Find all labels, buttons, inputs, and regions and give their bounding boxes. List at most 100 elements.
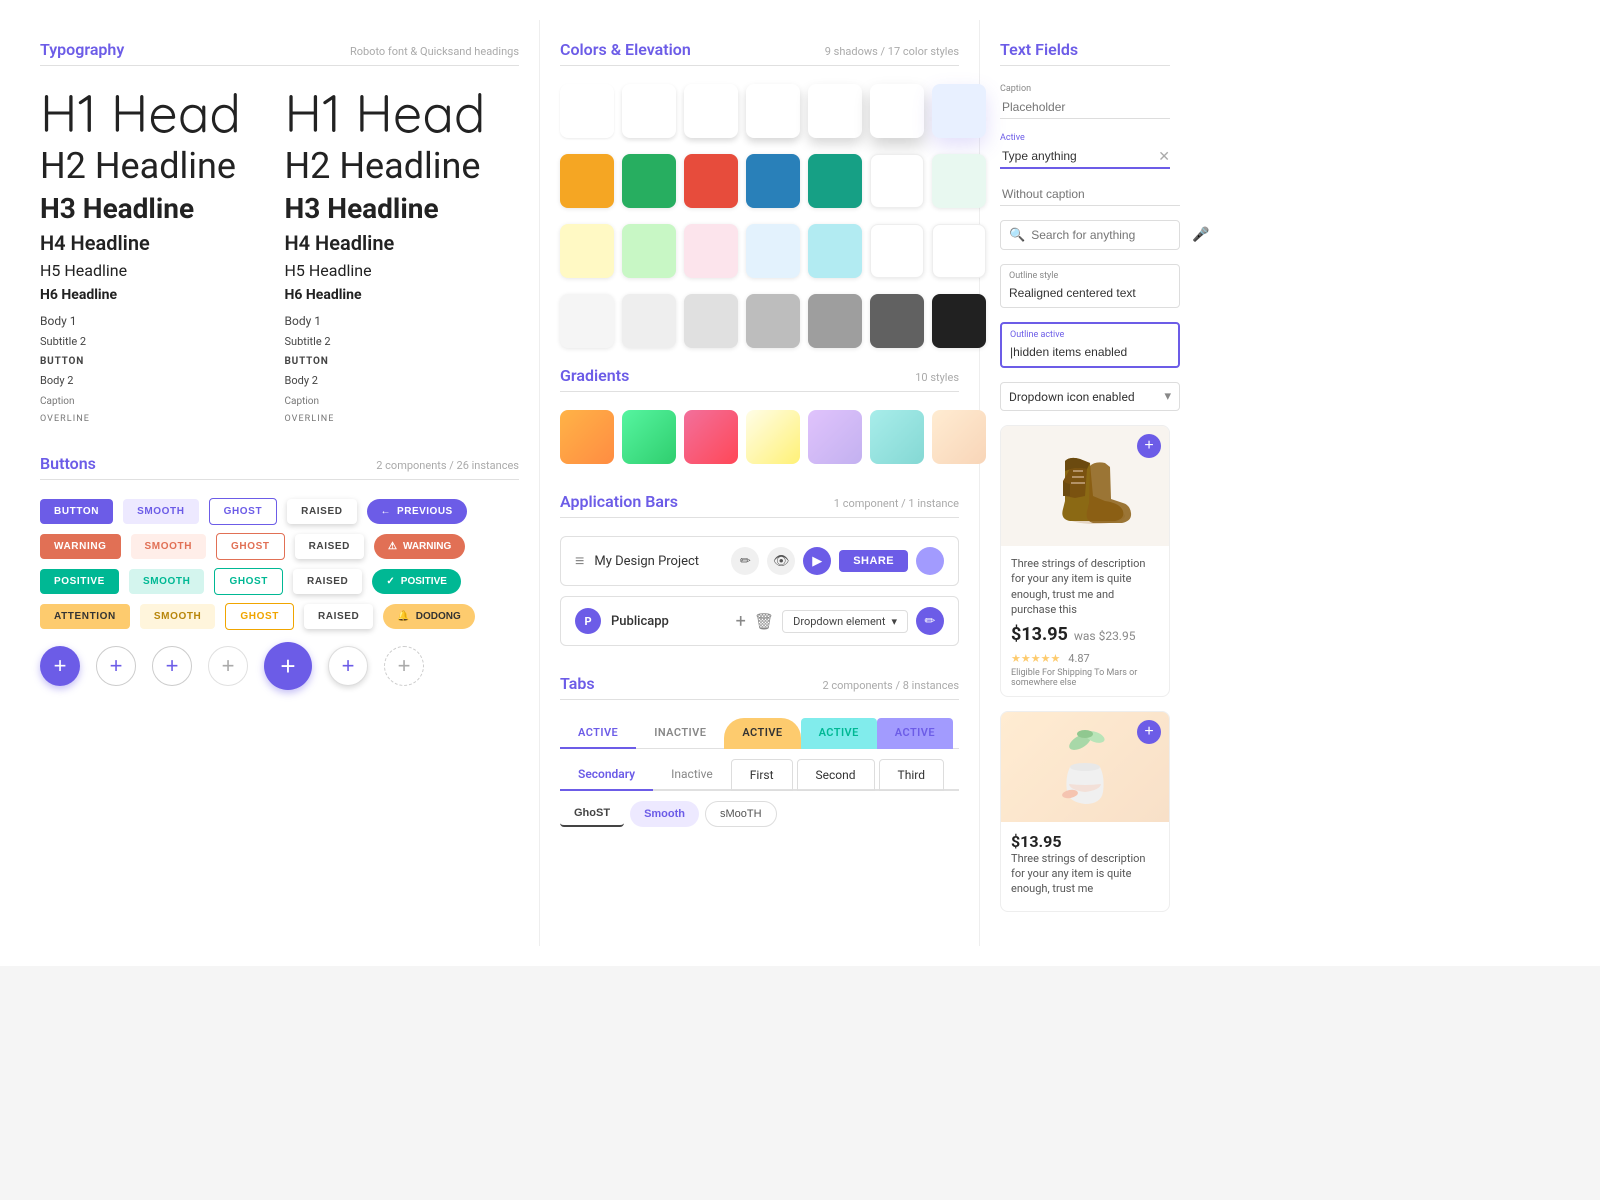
tab-second[interactable]: Second	[797, 759, 875, 791]
appbar-view-btn[interactable]: 👁	[767, 547, 795, 575]
tf-outline-active-input[interactable]	[1010, 345, 1170, 359]
buttons-header: Buttons 2 components / 26 instances	[40, 454, 519, 473]
btn-ghost-default[interactable]: GHOST	[209, 498, 278, 525]
subtitle2-left: Subtitle 2	[40, 334, 275, 351]
tf-search-input[interactable]	[1031, 228, 1186, 242]
tab-secondary-active[interactable]: Secondary	[560, 759, 653, 791]
btn-raised-warning[interactable]: RAISED	[295, 534, 364, 559]
btn-row-attention: ATTENTION SMOOTH GHOST RAISED 🔔 DODONG	[40, 603, 519, 630]
appbar-2: P Publicapp + 🗑 Dropdown element ▾ ✏	[560, 596, 959, 646]
fab-outline[interactable]: +	[96, 646, 136, 686]
appbar-play-btn[interactable]: ▶	[803, 547, 831, 575]
appbar-edit-btn[interactable]: ✏	[731, 547, 759, 575]
fab-large[interactable]: +	[264, 642, 312, 690]
btn-previous[interactable]: ← PREVIOUS	[367, 499, 467, 524]
tab-smooth[interactable]: Smooth	[630, 801, 699, 827]
tab-secondary-inactive[interactable]: Inactive	[653, 759, 731, 791]
overline-right: OVERLINE	[285, 413, 520, 427]
gradient-red	[684, 410, 738, 464]
btn-attention[interactable]: ATTENTION	[40, 604, 130, 629]
btn-warning[interactable]: WARNING	[40, 534, 121, 559]
h2-right: H2 Headline	[285, 145, 520, 188]
btn-warning-pill[interactable]: ⚠ WARNING	[374, 534, 465, 559]
fab-raised[interactable]: +	[328, 646, 368, 686]
btn-smooth-default[interactable]: SMOOTH	[123, 499, 199, 524]
btn-attention-pill[interactable]: 🔔 DODONG	[383, 604, 474, 629]
btn-ghost-attention[interactable]: GHOST	[225, 603, 294, 630]
button-typo-left: BUTTON	[40, 354, 275, 369]
btn-smooth-positive[interactable]: SMOOTH	[129, 569, 205, 594]
appbar-share-btn[interactable]: SHARE	[839, 550, 908, 572]
appbar2-logo: P	[575, 608, 601, 634]
search-icon: 🔍	[1009, 228, 1025, 243]
mic-icon[interactable]: 🎤	[1192, 227, 1209, 243]
previous-label: PREVIOUS	[397, 506, 453, 517]
bell-icon: 🔔	[397, 611, 409, 622]
tf-clear-icon[interactable]: ✕	[1158, 149, 1170, 165]
typography-grid: H1 Head H1 Head H2 Headline H2 Headline …	[40, 84, 519, 426]
btn-ghost-warning[interactable]: GHOST	[216, 533, 285, 560]
btn-raised-attention[interactable]: RAISED	[304, 604, 373, 629]
gradient-purple	[808, 410, 862, 464]
tab-active-primary[interactable]: ACTIVE	[560, 718, 636, 749]
tf-nocaption-input[interactable]	[1000, 183, 1180, 206]
main-color-swatches	[560, 154, 959, 208]
btn-smooth-warning[interactable]: SMOOTH	[131, 534, 207, 559]
fab-extra[interactable]: +	[384, 646, 424, 686]
swatch-white-2	[622, 84, 676, 138]
product1-was: was $23.95	[1074, 629, 1136, 643]
tab-first[interactable]: First	[731, 759, 793, 791]
h2-left: H2 Headline	[40, 145, 275, 188]
tab-active-teal[interactable]: Active	[801, 718, 877, 749]
h5-right: H5 Headline	[285, 260, 520, 282]
fab-primary[interactable]: +	[40, 646, 80, 686]
tab-inactive[interactable]: INACTIVE	[636, 718, 724, 749]
appbar2-edit-btn[interactable]: ✏	[916, 607, 944, 635]
appbar2-trash-icon[interactable]: 🗑	[754, 612, 774, 631]
product2-add-btn[interactable]: +	[1137, 720, 1161, 744]
swatch-blue-light2	[746, 224, 800, 278]
appbar2-plus-icon[interactable]: +	[736, 611, 746, 632]
fab-ghost[interactable]: +	[152, 646, 192, 686]
appbars-subtitle: 1 component / 1 instance	[834, 497, 959, 510]
tf-outline-active-wrapper: Outline active	[1000, 322, 1180, 368]
subtitle2-right: Subtitle 2	[285, 334, 520, 351]
warning-icon: ⚠	[388, 541, 397, 552]
h3-left: H3 Headline	[40, 192, 275, 226]
fab-ghost2[interactable]: +	[208, 646, 248, 686]
tf-caption-input[interactable]	[1000, 96, 1170, 119]
swatch-white2	[870, 224, 924, 278]
appbar2-dropdown[interactable]: Dropdown element ▾	[782, 610, 908, 633]
tab-active-blue[interactable]: Active	[877, 718, 953, 749]
swatch-blue-light	[932, 84, 986, 138]
dropdown-arrow-icon: ▾	[891, 615, 897, 628]
tab-active-warning[interactable]: ACTIVE	[724, 718, 800, 749]
tf-outline-active-label: Outline active	[1010, 330, 1170, 340]
tab-ghost-active[interactable]: GhoST	[560, 801, 624, 827]
tf-active-input[interactable]	[1000, 145, 1170, 169]
product1-shipping: Eligible For Shipping To Mars or somewhe…	[1011, 668, 1159, 688]
btn-smooth-attention[interactable]: SMOOTH	[140, 604, 216, 629]
gradient-peach	[932, 410, 986, 464]
h4-right: H4 Headline	[285, 230, 520, 256]
btn-raised-default[interactable]: RAISED	[287, 499, 356, 524]
tf-caption-wrapper	[1000, 96, 1170, 119]
tf-dropdown-wrapper[interactable]: Dropdown icon enabled ▾	[1000, 382, 1180, 411]
btn-positive[interactable]: POSITIVE	[40, 569, 119, 594]
btn-positive-pill[interactable]: ✓ POSITIVE	[372, 569, 461, 594]
swatch-green-light	[622, 224, 676, 278]
textfields-title: Text Fields	[1000, 40, 1078, 59]
product1-add-btn[interactable]: +	[1137, 434, 1161, 458]
btn-primary[interactable]: BUTTON	[40, 499, 113, 524]
tf-outline-input[interactable]	[1009, 286, 1171, 300]
gradient-green	[622, 410, 676, 464]
btn-raised-positive[interactable]: RAISED	[293, 569, 362, 594]
btn-ghost-positive[interactable]: GHOST	[214, 568, 283, 595]
tf-outline-wrapper: Outline style	[1000, 264, 1180, 308]
swatch-red	[684, 154, 738, 208]
tab-third[interactable]: Third	[879, 759, 944, 791]
product1-rating-row: ★★★★★ 4.87	[1011, 647, 1159, 666]
tf-outline-label: Outline style	[1009, 271, 1171, 281]
tabs-divider	[560, 699, 959, 700]
tab-smoooth[interactable]: sMooTH	[705, 801, 777, 827]
